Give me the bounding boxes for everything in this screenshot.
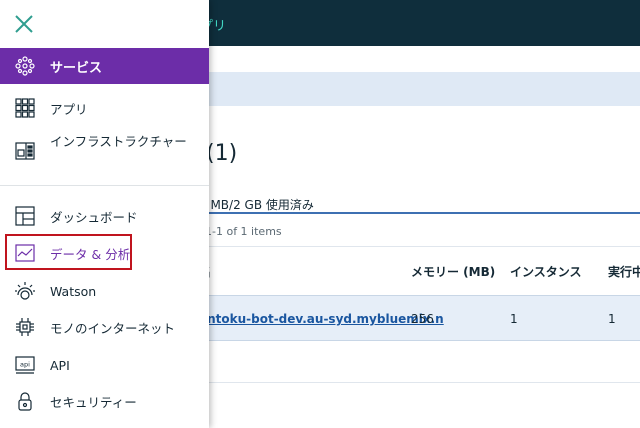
menu-item-api[interactable]: api API xyxy=(0,347,209,383)
divider xyxy=(199,382,640,383)
menu-label: セキュリティー xyxy=(50,394,137,410)
apps-heading: (1) xyxy=(206,141,238,166)
divider xyxy=(199,246,640,247)
memory-usage: 5 MB/2 GB 使用済み xyxy=(199,198,314,212)
cell-running: 1 xyxy=(608,312,616,326)
lock-icon xyxy=(14,390,36,412)
menu-item-services[interactable]: サービス xyxy=(0,48,209,84)
menu-label: ダッシュボード xyxy=(50,209,138,225)
menu-label: サービス xyxy=(50,60,103,76)
menu-label: インフラストラクチャー xyxy=(50,134,187,149)
menu-label: アプリ xyxy=(50,101,88,117)
menu-item-iot[interactable]: モノのインターネット xyxy=(0,309,209,345)
menu-item-watson[interactable]: Watson xyxy=(0,273,209,309)
usage-bar xyxy=(199,212,640,214)
api-icon: api xyxy=(14,354,36,376)
menu-label: Watson xyxy=(50,283,97,299)
cell-instances: 1 xyxy=(510,312,518,326)
app-link[interactable]: antoku-bot-dev.au-syd.mybluemix.n xyxy=(199,312,444,326)
watson-icon xyxy=(14,280,36,302)
side-menu: サービス アプリ インフラストラクチャー ダッシュボード データ & 分析 Wa… xyxy=(0,0,209,428)
item-count: 1-1 of 1 items xyxy=(205,225,282,238)
iot-chip-icon xyxy=(14,316,36,338)
menu-label: モノのインターネット xyxy=(50,320,176,336)
menu-item-dashboard[interactable]: ダッシュボード xyxy=(0,198,209,234)
col-instances[interactable]: インスタンス xyxy=(510,263,582,280)
services-icon xyxy=(14,55,36,77)
apps-grid-icon xyxy=(14,97,36,119)
menu-label: API xyxy=(50,357,70,373)
menu-item-apps[interactable]: アプリ xyxy=(0,90,209,126)
svg-text:api: api xyxy=(20,361,30,369)
menu-divider xyxy=(0,185,209,186)
close-icon[interactable] xyxy=(14,14,34,34)
menu-item-infrastructure[interactable]: インフラストラクチャー xyxy=(0,130,209,170)
infrastructure-icon xyxy=(14,140,36,162)
col-memory[interactable]: メモリー (MB) xyxy=(411,263,495,280)
dashboard-icon xyxy=(14,205,36,227)
col-running[interactable]: 実行中 xyxy=(608,263,640,280)
highlight-box xyxy=(5,234,132,270)
menu-item-security[interactable]: セキュリティー xyxy=(0,383,209,419)
cell-memory: 256 xyxy=(411,312,434,326)
